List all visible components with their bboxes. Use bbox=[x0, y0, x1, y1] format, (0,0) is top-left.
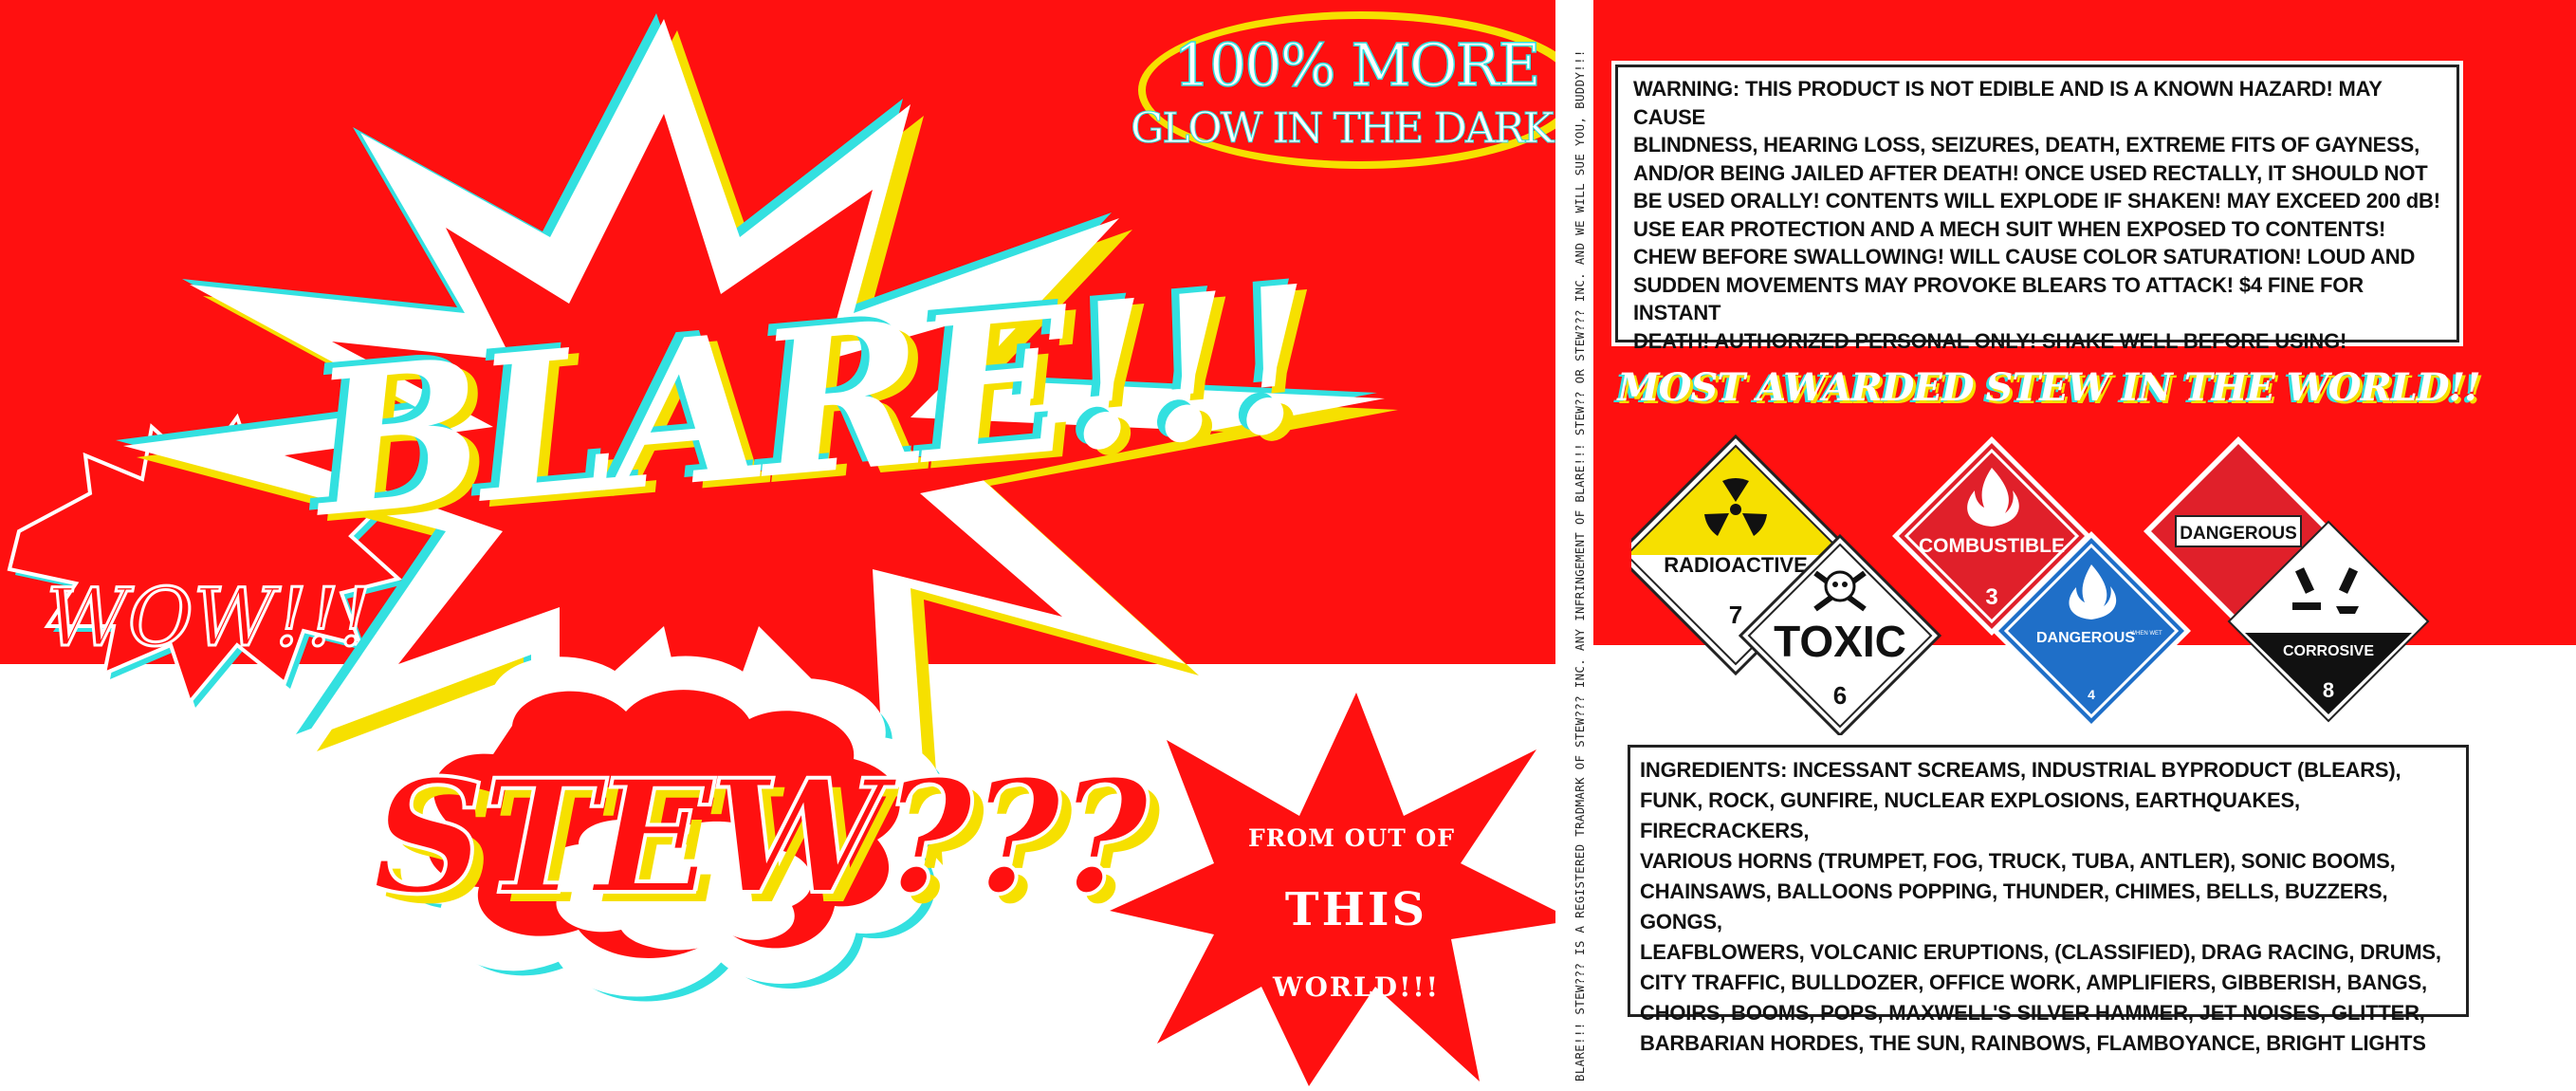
warning-line: WARNING: THIS PRODUCT IS NOT EDIBLE AND … bbox=[1633, 77, 2383, 129]
warning-line: BLINDNESS, HEARING LOSS, SEIZURES, DEATH… bbox=[1633, 133, 2420, 157]
toxic-label: TOXIC bbox=[1774, 617, 1906, 666]
stew-title: STEW??? bbox=[372, 745, 1150, 929]
warning-box: WARNING: THIS PRODUCT IS NOT EDIBLE AND … bbox=[1615, 65, 2459, 353]
glow-line2: GLOW IN THE DARK!! bbox=[1131, 104, 1555, 153]
hazard-placards: RADIOACTIVE 7 TOXIC 6 COMBUSTIBLE 3 DANG… bbox=[1631, 434, 2430, 735]
warning-line: SUDDEN MOVEMENTS MAY PROVOKE BLEARS TO A… bbox=[1633, 272, 2364, 325]
wet-label: DANGEROUS bbox=[2036, 630, 2135, 646]
ingredients-line: CHAINSAWS, BALLOONS POPPING, THUNDER, CH… bbox=[1640, 879, 2388, 934]
ingredients-line: BARBARIAN HORDES, THE SUN, RAINBOWS, FLA… bbox=[1640, 1031, 2426, 1055]
ingredients-line: LEAFBLOWERS, VOLCANIC ERUPTIONS, (CLASSI… bbox=[1640, 940, 2441, 964]
from-line2: THIS bbox=[1285, 883, 1427, 936]
combustible-class: 3 bbox=[1985, 584, 1997, 610]
ingredients-line: CITY TRAFFIC, BULLDOZER, OFFICE WORK, AM… bbox=[1640, 971, 2427, 994]
radioactive-class: 7 bbox=[1729, 601, 1742, 629]
combustible-label: COMBUSTIBLE bbox=[1919, 535, 2065, 557]
glow-line1: 100% MORE bbox=[1173, 30, 1538, 100]
front-panel-art: WOW!!! BLARE!!! BLARE!!! BLARE!!! STEW??… bbox=[7, 11, 1555, 1086]
from-line1: FROM OUT OF bbox=[1248, 824, 1455, 852]
toxic-class: 6 bbox=[1833, 681, 1847, 710]
warning-line: DEATH! AUTHORIZED PERSONAL ONLY! SHAKE W… bbox=[1633, 328, 2347, 353]
wow-text: WOW!!! bbox=[46, 571, 372, 664]
legal-vertical-text: BLARE!!! STEW??? IS A REGISTERED TRADMAR… bbox=[1573, 49, 1587, 1082]
wet-class: 4 bbox=[2088, 687, 2095, 702]
award-banner: MOST AWARDED STEW IN THE WORLD!! bbox=[1617, 365, 2480, 410]
glow-badge: 100% MORE GLOW IN THE DARK!! bbox=[1131, 11, 1555, 169]
warning-line: USE EAR PROTECTION AND A MECH SUIT WHEN … bbox=[1633, 216, 2386, 241]
from-line3: WORLD!!! bbox=[1272, 971, 1440, 1003]
dangerous-label: DANGEROUS bbox=[2180, 524, 2297, 544]
warning-line: AND/OR BEING JAILED AFTER DEATH! ONCE US… bbox=[1633, 160, 2428, 185]
ingredients-line: CHOIRS, BOOMS, POPS, MAXWELL'S SILVER HA… bbox=[1640, 1001, 2425, 1025]
ingredients-line: VARIOUS HORNS (TRUMPET, FOG, TRUCK, TUBA… bbox=[1640, 849, 2396, 873]
warning-line: BE USED ORALLY! CONTENTS WILL EXPLODE IF… bbox=[1633, 189, 2440, 213]
ingredients-box: INGREDIENTS: INCESSANT SCREAMS, INDUSTRI… bbox=[1628, 745, 2469, 1055]
warning-line: CHEW BEFORE SWALLOWING! WILL CAUSE COLOR… bbox=[1633, 245, 2416, 268]
world-star-badge: FROM OUT OF THIS WORLD!!! bbox=[1110, 693, 1555, 1086]
radioactive-label: RADIOACTIVE bbox=[1664, 553, 1808, 577]
ingredients-line: FUNK, ROCK, GUNFIRE, NUCLEAR EXPLOSIONS,… bbox=[1640, 788, 2300, 842]
corrosive-label: CORROSIVE bbox=[2283, 643, 2374, 659]
ingredients-line: INGREDIENTS: INCESSANT SCREAMS, INDUSTRI… bbox=[1640, 758, 2401, 782]
wet-sublabel: WHEN WET bbox=[2130, 631, 2162, 637]
corrosive-class: 8 bbox=[2323, 678, 2334, 702]
